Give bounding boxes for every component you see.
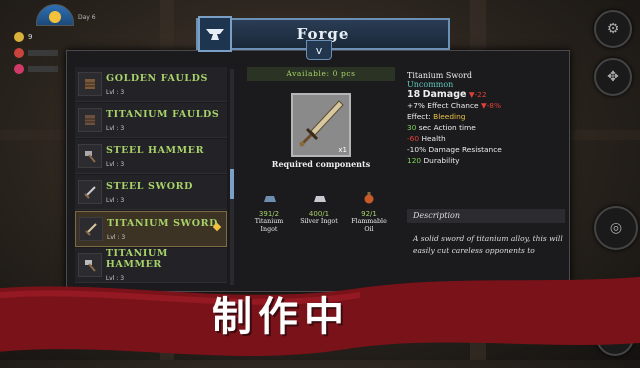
coin-icon — [14, 32, 24, 42]
flammable-oil-icon — [364, 192, 374, 204]
component-titanium-ingot: 391/2 Titanium Ingot — [247, 189, 291, 234]
chevron-down-icon: v — [315, 43, 323, 57]
titanium-ingot-icon — [264, 196, 276, 202]
silver-ingot-icon — [314, 196, 326, 202]
effect-chance-stat: +7% Effect Chance ▼-8% — [407, 101, 502, 110]
description-text: A solid sword of titanium alloy, this wi… — [413, 234, 563, 255]
recipe-name: Titanium Hammer — [105, 248, 168, 270]
craft-center: Available: 0 pcs x1 Required components … — [247, 67, 395, 291]
hunger-icon — [14, 48, 24, 58]
recipe-name: Golden Faulds — [106, 72, 208, 84]
coins-stat: 9 — [14, 32, 32, 42]
damage-stat: 18 Damage ▼-22 — [407, 89, 487, 100]
recipe-item-titanium-faulds[interactable]: Titanium Faulds Lvl : 3 — [75, 103, 227, 138]
recipe-level: Lvl : 3 — [107, 233, 126, 241]
hunger-stat — [14, 48, 58, 58]
item-name: Titanium Sword — [407, 71, 472, 80]
scroll-thumb[interactable] — [230, 169, 234, 199]
health-stat: -60 Health — [407, 134, 446, 143]
durability-stat: 120 Durability — [407, 156, 460, 165]
crafted-item-slot[interactable]: x1 — [291, 93, 351, 157]
sword-icon — [78, 180, 102, 204]
recipe-name: Steel Sword — [106, 180, 193, 192]
action-button[interactable]: ◎ — [594, 206, 638, 250]
health-icon — [14, 64, 24, 74]
day-label: Day 6 — [78, 14, 96, 21]
recipe-name: Titanium Faulds — [106, 108, 220, 120]
recipe-item-golden-faulds[interactable]: Golden Faulds Lvl : 3 — [75, 67, 227, 102]
recipe-name: Titanium Sword — [107, 217, 219, 229]
result-quantity: x1 — [338, 146, 347, 154]
faulds-icon — [78, 72, 102, 96]
forge-panel: Golden Faulds Lvl : 3 Titanium Faulds Lv… — [66, 50, 570, 292]
map-icon: ✥ — [607, 69, 619, 85]
item-details: Titanium Sword Uncommon 18 Damage ▼-22 +… — [407, 71, 565, 291]
item-rarity: Uncommon — [407, 80, 454, 89]
recipe-level: Lvl : 3 — [106, 88, 125, 96]
recipe-level: Lvl : 3 — [106, 124, 125, 132]
sword-icon — [79, 217, 103, 241]
settings-button[interactable]: ⚙ — [594, 10, 632, 48]
gear-icon: ⚙ — [606, 21, 620, 37]
recipe-item-titanium-sword[interactable]: Titanium Sword Lvl : 3 — [75, 211, 227, 247]
recipe-item-steel-sword[interactable]: Steel Sword Lvl : 3 — [75, 175, 227, 210]
hammer-icon — [78, 144, 102, 168]
damage-resistance-stat: -10% Damage Resistance — [407, 145, 502, 154]
recipe-scrollbar[interactable] — [230, 69, 234, 285]
faulds-icon — [78, 108, 102, 132]
collapse-button[interactable]: v — [306, 40, 332, 60]
health-stat — [14, 64, 58, 74]
crafting-status-banner: 制作中 — [212, 294, 350, 340]
wheel-icon: ◎ — [609, 220, 623, 236]
action-time-stat: 30 sec Action time — [407, 123, 476, 132]
recipe-name: Steel Hammer — [106, 144, 205, 156]
effect-stat: Effect: Bleeding — [407, 112, 466, 121]
recipe-item-steel-hammer[interactable]: Steel Hammer Lvl : 3 — [75, 139, 227, 174]
recipe-level: Lvl : 3 — [106, 160, 125, 168]
map-button[interactable]: ✥ — [594, 58, 632, 96]
day-clock-icon — [36, 4, 74, 26]
description-header: Description — [407, 209, 565, 223]
component-silver-ingot: 400/1 Silver Ingot — [297, 189, 341, 226]
required-components-label: Required components — [271, 159, 371, 169]
component-flammable-oil: 92/1 Flammable Oil — [347, 189, 391, 234]
recipe-level: Lvl : 3 — [106, 196, 125, 204]
recipe-list[interactable]: Golden Faulds Lvl : 3 Titanium Faulds Lv… — [75, 67, 227, 291]
anvil-icon — [198, 16, 232, 52]
available-count: Available: 0 pcs — [247, 67, 395, 81]
